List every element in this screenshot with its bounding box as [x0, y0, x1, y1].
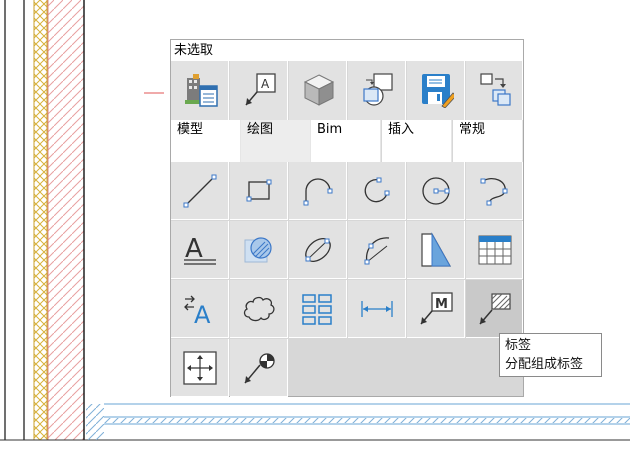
wedge-icon	[421, 232, 452, 267]
multileader-m-icon: M	[420, 292, 453, 325]
save-edit-icon	[422, 74, 454, 108]
wedge-tool-button[interactable]	[407, 221, 465, 279]
tooltip: 标签 分配组成标签	[499, 333, 602, 377]
svg-text:A: A	[261, 77, 270, 91]
arc-3point-tool-button[interactable]	[348, 221, 406, 279]
circle-arc-icon	[364, 177, 390, 203]
copy-move-icon	[480, 73, 511, 106]
floor-slab	[86, 403, 630, 440]
category-copy-button[interactable]	[466, 61, 523, 120]
polyline-icon	[480, 177, 508, 206]
rectangle-icon	[246, 179, 272, 202]
svg-text:A: A	[194, 301, 211, 327]
svg-text:M: M	[435, 297, 448, 312]
circle-icon	[422, 177, 450, 205]
line-icon	[183, 174, 217, 208]
hatch-tool-button[interactable]	[230, 221, 288, 279]
arc-icon	[303, 178, 333, 206]
category-bim-button[interactable]	[289, 61, 347, 120]
revision-cloud-tool-button[interactable]	[230, 280, 288, 338]
building-properties-icon	[185, 74, 218, 107]
category-insert-button[interactable]	[348, 61, 406, 120]
hatch-icon	[244, 237, 272, 263]
arc-3point-icon	[364, 237, 390, 265]
category-label-bim[interactable]: Bim	[311, 120, 381, 162]
table-icon	[478, 235, 512, 265]
category-label-insert[interactable]: 插入	[382, 120, 452, 162]
category-label-general[interactable]: 常规	[453, 120, 523, 162]
multileader-tool-button[interactable]: M	[407, 280, 465, 338]
linear-dimension-icon	[361, 301, 393, 317]
text-tool-button[interactable]: A	[171, 221, 229, 279]
draw-leader-icon: A	[245, 73, 276, 106]
label-group-icon	[479, 293, 511, 325]
revision-cloud-icon	[243, 296, 275, 322]
polyline-tool-button[interactable]	[466, 162, 523, 220]
arc-tool-button[interactable]	[289, 162, 347, 220]
array-icon	[302, 294, 332, 325]
circle-arc-tool-button[interactable]	[348, 162, 406, 220]
circle-tool-button[interactable]	[407, 162, 465, 220]
text-icon: A	[184, 234, 216, 265]
tooltip-title: 标签	[505, 338, 532, 353]
tool-palette-panel: 未选取 A 模型 绘图 Bim 插入 常规 A A M	[170, 39, 524, 397]
table-tool-button[interactable]	[466, 221, 523, 279]
category-draw-button[interactable]: A	[230, 61, 288, 120]
cube-3d-icon	[303, 74, 335, 106]
category-label-model[interactable]: 模型	[171, 120, 241, 162]
move-tool-button[interactable]	[171, 339, 229, 397]
line-tool-button[interactable]	[171, 162, 229, 220]
category-general-button[interactable]	[407, 61, 465, 120]
leader-point-tool-button[interactable]	[230, 339, 288, 397]
ellipse-tool-button[interactable]	[289, 221, 347, 279]
leader-point-icon	[244, 353, 275, 384]
move-crosshair-icon	[183, 351, 217, 385]
label-tool-button[interactable]	[466, 280, 523, 338]
category-label-draw[interactable]: 绘图	[241, 120, 311, 162]
text-align-tool-button[interactable]: A	[171, 280, 229, 338]
rectangle-tool-button[interactable]	[230, 162, 288, 220]
text-align-icon: A	[184, 295, 211, 327]
panel-title: 未选取	[171, 40, 523, 61]
linear-dimension-tool-button[interactable]	[348, 280, 406, 338]
insert-block-icon	[363, 73, 393, 106]
tooltip-description: 分配组成标签	[505, 357, 584, 372]
ellipse-icon	[305, 238, 331, 262]
category-model-button[interactable]	[171, 61, 229, 120]
array-tool-button[interactable]	[289, 280, 347, 338]
